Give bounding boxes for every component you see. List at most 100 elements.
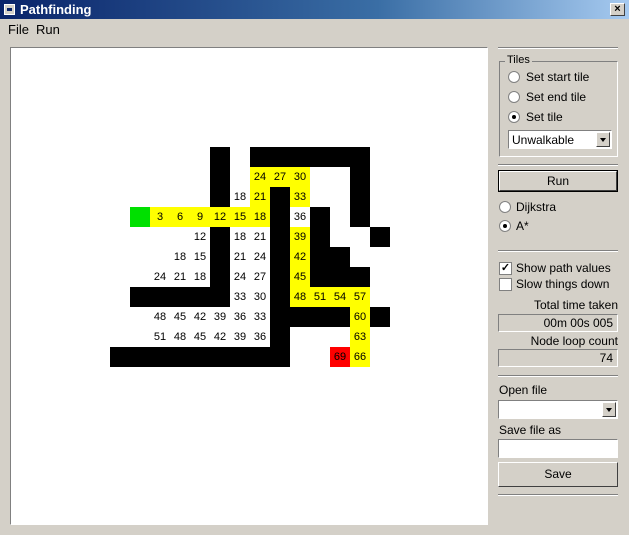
path-value: 24 <box>253 171 267 183</box>
title-bar: Pathfinding <box>0 0 629 19</box>
path-value: 18 <box>193 271 207 283</box>
wall-tile[interactable] <box>370 307 390 327</box>
separator <box>498 250 618 252</box>
radio-set-start-tile[interactable] <box>508 71 520 83</box>
menu-file[interactable]: File <box>8 22 29 37</box>
wall-tile[interactable] <box>350 147 370 167</box>
wall-tile[interactable] <box>190 347 210 367</box>
save-file-label: Save file as <box>499 423 562 437</box>
path-value: 42 <box>213 331 227 343</box>
slow-things-down-checkbox[interactable] <box>499 278 512 291</box>
wall-tile[interactable] <box>150 287 170 307</box>
wall-tile[interactable] <box>170 347 190 367</box>
wall-tile[interactable] <box>270 327 290 347</box>
wall-tile[interactable] <box>210 247 230 267</box>
close-button[interactable]: × <box>610 3 625 16</box>
wall-tile[interactable] <box>270 267 290 287</box>
wall-tile[interactable] <box>290 147 310 167</box>
wall-tile[interactable] <box>330 267 350 287</box>
wall-tile[interactable] <box>310 307 330 327</box>
wall-tile[interactable] <box>270 147 290 167</box>
wall-tile[interactable] <box>270 247 290 267</box>
path-value: 54 <box>333 291 347 303</box>
path-value: 21 <box>233 251 247 263</box>
grid-canvas[interactable]: 24 27 30 18 21 33 3 6 9 12 15 18 36 12 18 21 39 18 15 21 24 4… <box>10 47 488 525</box>
wall-tile[interactable] <box>310 207 330 227</box>
path-value: 9 <box>196 211 204 223</box>
wall-tile[interactable] <box>350 267 370 287</box>
window-title: Pathfinding <box>20 2 92 17</box>
wall-tile[interactable] <box>170 287 190 307</box>
path-value: 42 <box>293 251 307 263</box>
wall-tile[interactable] <box>330 147 350 167</box>
wall-tile[interactable] <box>370 227 390 247</box>
label-dijkstra: Dijkstra <box>516 200 557 214</box>
open-file-select[interactable] <box>498 400 618 419</box>
radio-astar[interactable] <box>499 220 511 232</box>
path-value: 36 <box>253 331 267 343</box>
wall-tile[interactable] <box>350 207 370 227</box>
path-value: 36 <box>293 211 307 223</box>
path-value: 6 <box>176 211 184 223</box>
start-tile[interactable] <box>130 207 150 227</box>
path-value: 45 <box>293 271 307 283</box>
wall-tile[interactable] <box>270 347 290 367</box>
save-file-input[interactable] <box>498 439 618 458</box>
wall-tile[interactable] <box>330 307 350 327</box>
wall-tile[interactable] <box>210 347 230 367</box>
chevron-down-icon[interactable] <box>596 132 610 147</box>
wall-tile[interactable] <box>310 147 330 167</box>
wall-tile[interactable] <box>210 287 230 307</box>
path-value: 66 <box>353 351 367 363</box>
path-value: 18 <box>233 231 247 243</box>
wall-tile[interactable] <box>130 287 150 307</box>
path-value: 12 <box>213 211 227 223</box>
radio-set-tile[interactable] <box>508 111 520 123</box>
loop-count-label: Node loop count <box>530 334 618 348</box>
wall-tile[interactable] <box>210 187 230 207</box>
path-value: 18 <box>233 191 247 203</box>
path-value: 30 <box>293 171 307 183</box>
wall-tile[interactable] <box>330 247 350 267</box>
show-path-values-checkbox[interactable]: ✓ <box>499 262 512 275</box>
radio-set-end-tile[interactable] <box>508 91 520 103</box>
wall-tile[interactable] <box>310 247 330 267</box>
wall-tile[interactable] <box>130 347 150 367</box>
wall-tile[interactable] <box>210 267 230 287</box>
wall-tile[interactable] <box>150 347 170 367</box>
wall-tile[interactable] <box>210 147 230 167</box>
chevron-down-icon[interactable] <box>602 402 616 417</box>
path-value: 45 <box>193 331 207 343</box>
wall-tile[interactable] <box>210 167 230 187</box>
wall-tile[interactable] <box>270 207 290 227</box>
path-value: 33 <box>293 191 307 203</box>
radio-dijkstra[interactable] <box>499 201 511 213</box>
tile-type-value: Unwalkable <box>512 133 575 147</box>
wall-tile[interactable] <box>230 347 250 367</box>
path-value: 39 <box>233 331 247 343</box>
wall-tile[interactable] <box>350 167 370 187</box>
wall-tile[interactable] <box>270 227 290 247</box>
wall-tile[interactable] <box>270 307 290 327</box>
wall-tile[interactable] <box>310 227 330 247</box>
path-value: 15 <box>233 211 247 223</box>
path-value: 33 <box>233 291 247 303</box>
wall-tile[interactable] <box>350 187 370 207</box>
tile-type-select[interactable]: Unwalkable <box>508 130 612 149</box>
path-value: 21 <box>173 271 187 283</box>
run-button[interactable]: Run <box>498 170 618 192</box>
app-icon <box>4 4 15 15</box>
wall-tile[interactable] <box>110 347 130 367</box>
wall-tile[interactable] <box>250 347 270 367</box>
save-button[interactable]: Save <box>498 462 618 487</box>
wall-tile[interactable] <box>190 287 210 307</box>
wall-tile[interactable] <box>250 147 270 167</box>
menu-run[interactable]: Run <box>36 22 60 37</box>
path-value: 27 <box>253 271 267 283</box>
wall-tile[interactable] <box>270 287 290 307</box>
wall-tile[interactable] <box>310 267 330 287</box>
open-file-label: Open file <box>499 383 548 397</box>
wall-tile[interactable] <box>210 227 230 247</box>
wall-tile[interactable] <box>270 187 290 207</box>
wall-tile[interactable] <box>290 307 310 327</box>
